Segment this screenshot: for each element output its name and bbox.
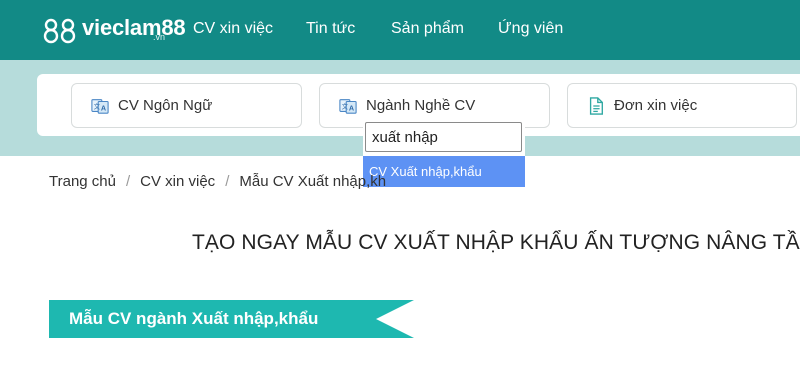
svg-text:A: A <box>101 103 106 112</box>
document-icon <box>586 96 606 116</box>
category-don-xin-viec[interactable]: Đơn xin việc <box>567 83 797 128</box>
svg-text:文: 文 <box>94 101 101 110</box>
translate-icon: 文 A <box>338 96 358 116</box>
nav-ung-vien[interactable]: Ứng viên <box>498 20 563 38</box>
section-ribbon-title: Mẫu CV ngành Xuất nhập,khẩu <box>69 309 319 328</box>
translate-icon: 文 A <box>90 96 110 116</box>
category-cv-ngon-ngu[interactable]: 文 A CV Ngôn Ngữ <box>71 83 302 128</box>
svg-text:文: 文 <box>342 101 349 110</box>
category-label: CV Ngôn Ngữ <box>118 97 213 114</box>
dropdown-option-highlighted[interactable]: CV Xuất nhập,khẩu <box>363 156 525 187</box>
nav-san-pham[interactable]: Sản phẩm <box>391 20 464 38</box>
svg-text:A: A <box>349 103 354 112</box>
page: vieclam88 .vn CV xin việc Tin tức Sản ph… <box>0 0 800 366</box>
category-label: Đơn xin việc <box>614 97 698 114</box>
logo-88-icon <box>43 18 76 44</box>
dropdown-search-input[interactable] <box>365 122 522 152</box>
breadcrumb: Trang chủ / CV xin việc / Mẫu CV Xuất nh… <box>49 173 386 190</box>
breadcrumb-home[interactable]: Trang chủ <box>49 173 116 190</box>
top-navbar: vieclam88 .vn CV xin việc Tin tức Sản ph… <box>0 0 800 60</box>
breadcrumb-current: Mẫu CV Xuất nhập,kh <box>239 173 387 190</box>
nav-tin-tuc[interactable]: Tin tức <box>306 20 355 38</box>
logo-text: vieclam88 <box>82 15 186 40</box>
breadcrumb-separator: / <box>125 173 131 190</box>
page-title: TẠO NGAY MẪU CV XUẤT NHẬP KHẨU ẤN TƯỢNG … <box>192 231 800 254</box>
category-label: Ngành Nghề CV <box>366 97 476 114</box>
breadcrumb-cv-xin-viec[interactable]: CV xin việc <box>140 173 215 190</box>
breadcrumb-separator: / <box>225 173 230 190</box>
logo-domain-suffix: .vn <box>153 32 166 42</box>
nav-cv-xin-viec[interactable]: CV xin việc <box>193 20 273 38</box>
